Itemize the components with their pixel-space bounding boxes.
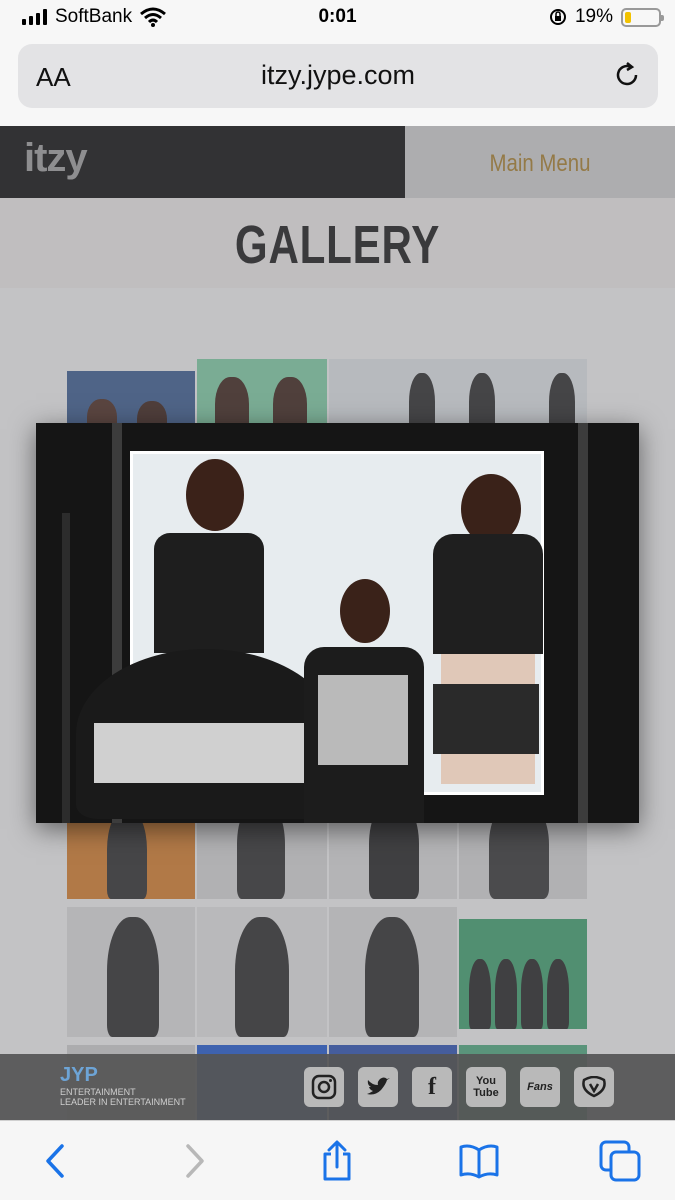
- chevron-left-icon: [46, 1144, 64, 1178]
- youtube-icon[interactable]: You Tube: [466, 1067, 506, 1107]
- orientation-lock-icon: [549, 9, 566, 25]
- battery-percent: 19%: [574, 6, 613, 27]
- jyp-logo[interactable]: JYP ENTERTAINMENT LEADER IN ENTERTAINMEN…: [60, 1064, 186, 1107]
- site-footer: JYP ENTERTAINMENT LEADER IN ENTERTAINMEN…: [0, 1054, 675, 1120]
- url-text[interactable]: itzy.jype.com: [18, 60, 658, 91]
- share-icon: [323, 1140, 351, 1181]
- battery-icon: [621, 7, 664, 27]
- browser-toolbar: [0, 1120, 675, 1200]
- twitter-icon[interactable]: [358, 1067, 398, 1107]
- jyp-logo-text: JYP: [60, 1064, 98, 1086]
- tabs-icon: [599, 1140, 641, 1182]
- browser-address-area: AA itzy.jype.com: [0, 38, 675, 126]
- jyp-tagline: LEADER IN ENTERTAINMENT: [60, 1097, 186, 1107]
- address-bar[interactable]: AA itzy.jype.com: [18, 44, 658, 108]
- forward-button[interactable]: [173, 1139, 217, 1183]
- lightbox-image[interactable]: [36, 423, 639, 823]
- tabs-button[interactable]: [598, 1139, 642, 1183]
- reload-icon[interactable]: [612, 60, 642, 90]
- chevron-right-icon: [186, 1144, 204, 1178]
- fans-icon[interactable]: Fans: [520, 1067, 560, 1107]
- web-page: itzy Main Menu GALLERY JYP ENTERTAINMENT…: [0, 126, 675, 1120]
- back-button[interactable]: [33, 1139, 77, 1183]
- bookmarks-button[interactable]: [457, 1139, 501, 1183]
- v-live-icon[interactable]: [574, 1067, 614, 1107]
- book-icon: [459, 1144, 499, 1179]
- share-button[interactable]: [315, 1139, 359, 1183]
- jyp-entertainment-label: ENTERTAINMENT: [60, 1087, 136, 1097]
- instagram-icon[interactable]: [304, 1067, 344, 1107]
- status-bar: SoftBank 0:01 19%: [0, 0, 675, 38]
- facebook-icon[interactable]: f: [412, 1067, 452, 1107]
